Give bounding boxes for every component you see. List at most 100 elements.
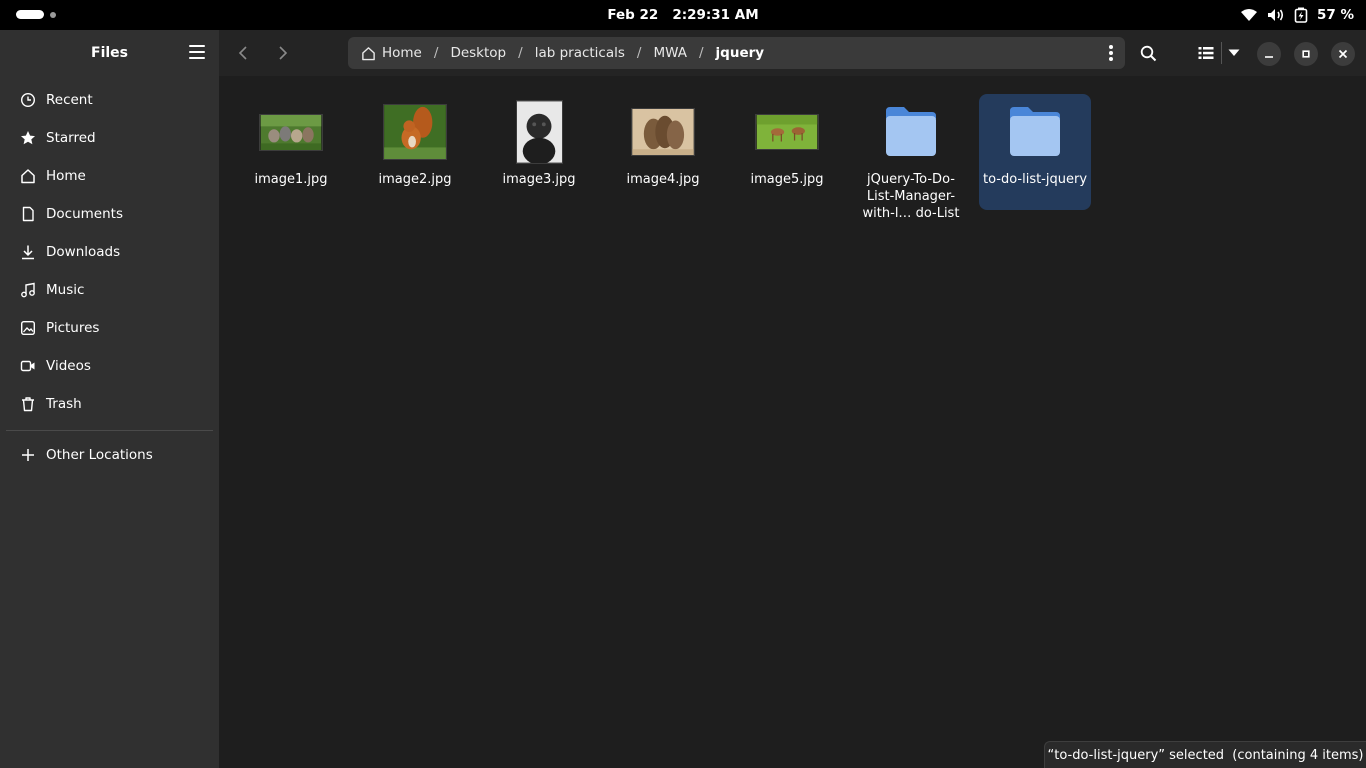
chevron-right-icon [279,46,288,60]
sidebar-item-label: Starred [46,130,96,146]
chevron-left-icon [238,46,247,60]
crumb-home[interactable]: Home [361,45,422,61]
file-name: image1.jpg [254,172,328,187]
sidebar-item-other-locations[interactable]: Other Locations [6,436,213,474]
download-icon [22,245,34,260]
crumb-label: jquery [715,45,765,61]
sidebar-header: Files [0,30,219,76]
sidebar-item-recent[interactable]: Recent [6,81,213,119]
sidebar-item-label: Music [46,282,85,298]
file-name: image5.jpg [750,172,824,187]
crumb-separator: / [698,45,704,61]
crumb-separator: / [518,45,523,61]
sidebar-item-trash[interactable]: Trash [6,385,213,423]
sidebar-item-label: Trash [46,396,82,412]
image-thumbnail [631,108,695,156]
selection-status: “to-do-list-jquery” selected (containing… [1044,741,1366,768]
file-name: image4.jpg [626,172,700,187]
folder-item-to-do-list-jquery[interactable]: to-do-list-jquery [979,94,1091,210]
star-icon [21,131,35,145]
sidebar-item-label: Downloads [46,244,121,260]
crumb-label: Home [382,45,422,61]
sidebar-item-documents[interactable]: Documents [6,195,213,233]
minimize-button[interactable] [1257,42,1281,66]
crumb-label: MWA [653,45,687,61]
trash-icon [22,397,34,412]
status-text: “to-do-list-jquery” selected (containing… [1047,747,1364,763]
search-icon [1140,45,1156,61]
image-thumbnail [383,104,447,160]
top-bar: Feb 22 2:29:31 AM 57 % [0,0,1366,30]
crumb-jquery[interactable]: jquery [716,45,765,61]
file-item-image5[interactable]: image5.jpg [731,94,843,210]
close-icon [1338,49,1348,59]
search-button[interactable] [1136,41,1160,65]
battery-percentage: 57 % [1316,7,1354,23]
sidebar-divider [6,430,213,431]
path-bar[interactable]: Home / Desktop / lab practicals / MWA / … [348,37,1125,69]
crumb-label: Desktop [450,45,507,61]
home-icon [21,169,35,184]
close-button[interactable] [1331,42,1355,66]
sidebar-item-label: Recent [46,92,93,108]
crumb-mwa[interactable]: MWA [653,45,687,61]
main-menu-button[interactable] [189,45,205,59]
maximize-icon [1302,50,1310,58]
file-name: image3.jpg [502,172,576,187]
sidebar-item-label: Documents [46,206,123,222]
path-menu-button[interactable] [1109,45,1113,61]
document-icon [22,206,34,222]
crumb-separator: / [636,45,642,61]
icon-grid: image1.jpg image2.jpg image3.jpg image4.… [235,94,1091,221]
sidebar-item-label: Other Locations [46,447,153,463]
forward-button[interactable] [271,41,295,65]
view-toggle-button[interactable] [1194,41,1218,65]
file-name: to-do-list-jquery [982,172,1088,187]
kebab-icon [1109,45,1113,49]
sidebar-item-label: Videos [46,358,91,374]
image-thumbnail [259,113,323,151]
maximize-button[interactable] [1294,42,1318,66]
back-button[interactable] [231,41,255,65]
plus-icon [22,449,34,461]
sidebar-item-home[interactable]: Home [6,157,213,195]
wifi-icon [1240,9,1257,21]
clock-icon [20,92,36,108]
clock-time: 2:29:31 AM [672,7,759,23]
video-icon [20,360,35,372]
crumb-desktop[interactable]: Desktop [450,45,506,61]
crumb-label: lab practicals [534,45,625,61]
file-item-image2[interactable]: image2.jpg [359,94,471,210]
sidebar-item-starred[interactable]: Starred [6,119,213,157]
picture-icon [21,321,36,336]
file-item-image3[interactable]: image3.jpg [483,94,595,210]
sidebar-item-label: Home [46,168,86,184]
crumb-lab-practicals[interactable]: lab practicals [535,45,625,61]
home-icon [362,46,375,60]
sidebar: Files Recent Starred Home Documents Down… [0,30,219,768]
folder-icon [886,107,936,156]
header-bar: Home / Desktop / lab practicals / MWA / … [219,30,1366,76]
crumb-separator: / [433,45,439,61]
app-title: Files [91,45,128,61]
file-item-image1[interactable]: image1.jpg [235,94,347,210]
minimize-icon [1265,56,1273,58]
file-item-image4[interactable]: image4.jpg [607,94,719,210]
battery-icon [1294,7,1308,23]
file-view[interactable]: image1.jpg image2.jpg image3.jpg image4.… [219,76,1366,768]
file-name: jQuery-To-Do-List-Manager-with-l… do-Lis… [862,172,960,221]
sidebar-item-music[interactable]: Music [6,271,213,309]
clock-date: Feb 22 [607,7,659,23]
folder-item-jquery-todo-list-manager[interactable]: jQuery-To-Do-List-Manager-with-l… do-Lis… [855,94,967,221]
places-list: Recent Starred Home Documents Downloads … [6,81,213,474]
list-view-icon [1198,47,1214,59]
sidebar-item-pictures[interactable]: Pictures [6,309,213,347]
music-icon [21,282,35,298]
sidebar-item-downloads[interactable]: Downloads [6,233,213,271]
sidebar-item-videos[interactable]: Videos [6,347,213,385]
clock[interactable]: Feb 22 2:29:31 AM [0,0,1366,30]
system-tray[interactable]: 57 % [1240,0,1354,30]
view-options-button[interactable] [1222,41,1246,65]
caret-down-icon [1228,49,1240,56]
file-name: image2.jpg [378,172,452,187]
